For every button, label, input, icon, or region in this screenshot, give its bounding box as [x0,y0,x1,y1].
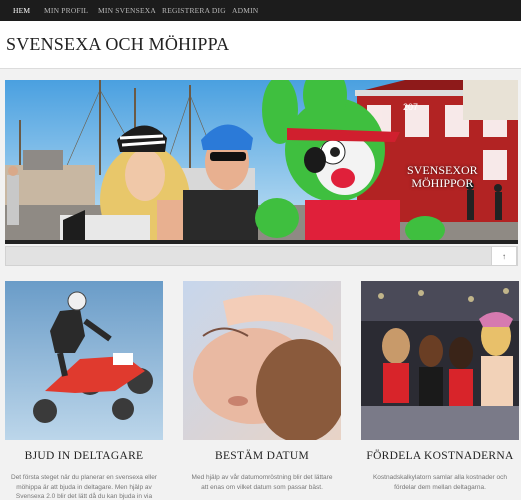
banner-caption: SVENSEXOR MÖHIPPOR [407,164,478,190]
feature-invite-text-line1: Det första steget när du planerar en sve… [11,474,157,481]
site-header: SVENSEXA OCH MÖHIPPA [0,21,521,69]
feature-date-text-line2: att enas om vilket datum som passar bäst… [201,483,323,491]
nav-item-registrera-dig[interactable]: REGISTRERA DIG [162,6,226,15]
nav-item-min-svensexa[interactable]: MIN SVENSEXA [98,6,156,15]
feature-date-text: Med hjälp av vår datumomröstning blir de… [183,473,341,492]
feature-date-title: BESTÄM DATUM [214,450,309,462]
banner-caption-line2: MÖHIPPOR [411,176,474,190]
feature-invite-image[interactable] [5,281,163,440]
nav-item-hem[interactable]: HEM [13,6,30,15]
feature-costs: FÖRDELA KOSTNADERNA Kostnadskalkylatorn … [361,281,519,492]
building-number: 207 [403,102,418,112]
feature-costs-text-line2: fördelar dem mellan deltagarna. [394,483,486,491]
feature-invite-text: Det första steget när du planerar en sve… [5,473,163,500]
arrow-up-icon: ↑ [502,251,506,261]
feature-date-image[interactable] [183,281,341,440]
feature-invite: BJUD IN DELTAGARE Det första steget när … [5,281,163,500]
banner-photo: 207 [5,80,518,244]
feature-costs-text-line1: Kostnadskalkylatorn samlar alla kostnade… [372,474,508,481]
slider-up-button[interactable]: ↑ [491,246,517,266]
feature-costs-image[interactable] [361,281,519,440]
nav-item-min-profil[interactable]: MIN PROFIL [44,6,88,15]
feature-date: BESTÄM DATUM Med hjälp av vår datumomrös… [183,281,341,492]
nav-item-admin[interactable]: ADMIN [232,6,258,15]
features-section: BJUD IN DELTAGARE Det första steget när … [0,281,521,500]
feature-invite-text-line2: möhippa är att bjuda in deltagare. Men h… [16,483,152,491]
feature-costs-title: FÖRDELA KOSTNADERNA [366,450,514,462]
site-title[interactable]: SVENSEXA OCH MÖHIPPA [6,34,229,55]
feature-date-text-line1: Med hjälp av vår datumomröstning blir de… [191,474,333,481]
feature-invite-title: BJUD IN DELTAGARE [24,450,144,462]
spa-photo [183,281,341,440]
atv-photo [5,281,163,440]
hero-banner: 207 SVENSEXOR MÖHIPPOR [5,80,518,244]
slider-control-bar: ↑ [5,246,518,266]
party-photo [361,281,519,440]
feature-costs-text: Kostnadskalkylatorn samlar alla kostnade… [361,473,519,492]
feature-invite-text-line3: Svensexa 2.0 blir det lätt då du kan bju… [15,493,153,500]
top-navigation: HEM MIN PROFIL MIN SVENSEXA REGISTRERA D… [0,0,521,21]
